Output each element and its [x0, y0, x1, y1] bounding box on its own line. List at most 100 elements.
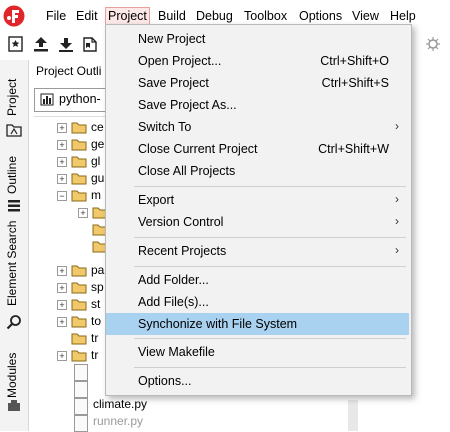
expand-icon[interactable]: + — [57, 351, 67, 361]
submenu-arrow-icon: › — [395, 119, 399, 133]
tree-label: to — [91, 314, 102, 328]
submenu-arrow-icon: › — [395, 214, 399, 228]
tree-folder-row[interactable]: + gu — [34, 170, 106, 187]
expand-icon[interactable]: + — [57, 283, 67, 293]
outline-tab-icon — [8, 200, 20, 212]
toolbar-right — [412, 30, 450, 58]
tree-file-row[interactable] — [34, 364, 106, 381]
tab-project[interactable]: Project — [0, 60, 28, 120]
tree-folder-row[interactable]: + st — [34, 296, 106, 313]
tree-folder-row[interactable] — [34, 238, 108, 255]
expand-icon[interactable]: + — [57, 174, 67, 184]
menu-item-options[interactable]: Options... — [106, 370, 409, 392]
menu-item-label: Save Project As... — [138, 98, 237, 112]
menu-item-close-all-projects[interactable]: Close All Projects — [106, 160, 409, 182]
expand-icon[interactable]: + — [57, 317, 67, 327]
menu-item-save-project-as[interactable]: Save Project As... — [106, 94, 409, 116]
menu-view[interactable]: View — [349, 8, 382, 24]
tree-label: gl — [91, 154, 101, 168]
chart-icon — [40, 93, 54, 106]
menu-item-save-project[interactable]: Save Project Ctrl+Shift+S — [106, 72, 409, 94]
expand-icon[interactable]: + — [57, 123, 67, 133]
project-selector[interactable]: python- — [34, 88, 112, 112]
tree-folder-row[interactable]: + pa — [34, 262, 106, 279]
settings-icon[interactable] — [424, 36, 442, 52]
tree-folder-row[interactable]: + ce — [34, 119, 106, 136]
menu-item-version-control[interactable]: Version Control › — [106, 211, 409, 233]
folder-icon — [71, 282, 87, 294]
tree-folder-row[interactable]: + gl — [34, 153, 106, 170]
tab-modules[interactable]: Modules — [0, 340, 28, 402]
menu-item-label: Add File(s)... — [138, 295, 209, 309]
expand-icon[interactable]: + — [57, 140, 67, 150]
menu-file[interactable]: File — [43, 8, 69, 24]
tree-file-label: runner.py — [93, 414, 144, 428]
menu-item-label: Add Folder... — [138, 273, 209, 287]
file-icon — [74, 364, 88, 381]
menu-options[interactable]: Options — [296, 8, 345, 24]
tree-folder-row[interactable]: + sp — [34, 279, 106, 296]
menu-item-label: Version Control — [138, 215, 224, 229]
expand-icon[interactable]: + — [57, 157, 67, 167]
folder-icon — [71, 333, 87, 345]
bookmark-icon[interactable] — [81, 35, 101, 53]
scrollbar[interactable] — [348, 400, 358, 431]
tab-outline[interactable]: Outline — [0, 146, 28, 198]
menu-build[interactable]: Build — [155, 8, 189, 24]
collapse-icon[interactable]: − — [57, 191, 67, 201]
menu-debug[interactable]: Debug — [193, 8, 236, 24]
menu-separator — [134, 367, 406, 368]
tree-folder-row[interactable] — [34, 221, 108, 238]
tree-folder-row[interactable]: − m — [34, 187, 106, 204]
folder-icon — [71, 173, 87, 185]
app-logo-icon — [3, 5, 25, 27]
import-icon[interactable] — [31, 35, 51, 53]
tab-element-search[interactable]: Element Search — [0, 220, 28, 310]
menu-item-open-project[interactable]: Open Project... Ctrl+Shift+O — [106, 50, 409, 72]
tree-folder-row[interactable]: + tr — [34, 347, 106, 364]
tree-folder-row[interactable]: + to — [34, 313, 106, 330]
menu-item-new-project[interactable]: New Project — [106, 28, 409, 50]
folder-icon — [71, 350, 87, 362]
menu-item-add-folder[interactable]: Add Folder... — [106, 269, 409, 291]
menu-help[interactable]: Help — [387, 8, 419, 24]
menu-edit[interactable]: Edit — [73, 8, 101, 24]
expand-icon[interactable]: + — [57, 266, 67, 276]
menu-item-add-files[interactable]: Add File(s)... — [106, 291, 409, 313]
menu-item-label: Open Project... — [138, 54, 222, 68]
menu-item-label: Close All Projects — [138, 164, 236, 178]
menu-item-export[interactable]: Export › — [106, 189, 409, 211]
download-icon[interactable] — [56, 35, 76, 53]
python-file-icon — [74, 415, 88, 432]
menu-item-view-makefile[interactable]: View Makefile — [106, 341, 409, 363]
menu-item-close-current-project[interactable]: Close Current Project Ctrl+Shift+W — [106, 138, 409, 160]
menu-toolbox[interactable]: Toolbox — [241, 8, 290, 24]
search-icon — [6, 315, 21, 330]
menu-item-label: Export — [138, 193, 175, 207]
tree-label: tr — [91, 348, 99, 362]
tree-file-row[interactable] — [34, 381, 106, 398]
tree-folder-row[interactable]: + ge — [34, 136, 106, 153]
folder-icon — [71, 299, 87, 311]
folder-icon — [71, 139, 87, 151]
menu-item-label: View Makefile — [138, 345, 215, 359]
tree-folder-row[interactable]: tr — [34, 330, 106, 347]
folder-icon — [71, 122, 87, 134]
expand-icon[interactable]: + — [57, 300, 67, 310]
menu-item-synchronize[interactable]: Synchonize with File System — [106, 313, 409, 335]
expand-icon[interactable]: + — [78, 208, 88, 218]
menu-item-label: New Project — [138, 32, 206, 46]
menu-item-switch-to[interactable]: Switch To › — [106, 116, 409, 138]
tree-folder-row[interactable]: + — [34, 204, 108, 221]
tree-label: m — [91, 188, 101, 202]
tab-outline-label: Outline — [5, 155, 19, 194]
project-tab-icon — [6, 124, 22, 137]
menu-item-recent-projects[interactable]: Recent Projects › — [106, 240, 409, 262]
submenu-arrow-icon: › — [395, 243, 399, 257]
project-menu-dropdown: New Project Open Project... Ctrl+Shift+O… — [105, 24, 412, 396]
menu-item-shortcut: Ctrl+Shift+W — [318, 142, 389, 156]
menu-project[interactable]: Project — [105, 7, 150, 25]
python-file-icon — [74, 398, 88, 415]
new-project-icon[interactable] — [6, 35, 26, 53]
tree-label: st — [91, 297, 101, 311]
